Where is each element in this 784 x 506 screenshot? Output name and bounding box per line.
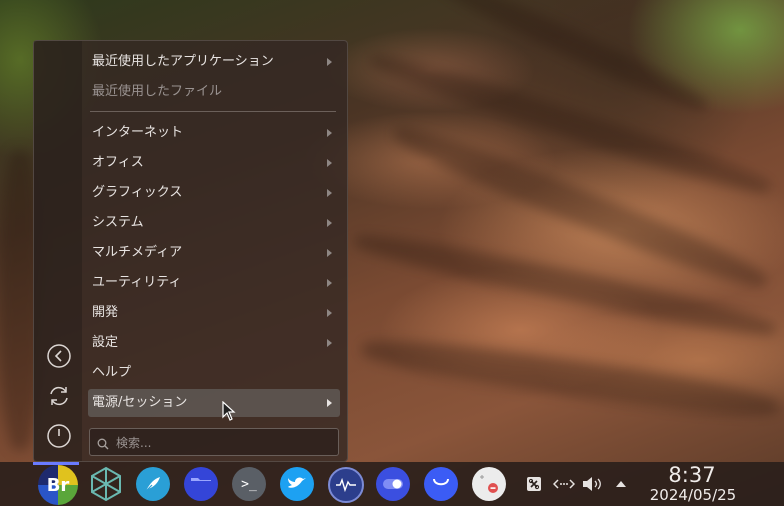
search-field[interactable] bbox=[89, 428, 339, 457]
menu-item-label: グラフィックス bbox=[92, 185, 183, 200]
menu-item-label: ユーティリティ bbox=[92, 275, 182, 290]
menu-item-development[interactable]: 開発 bbox=[88, 299, 340, 327]
menu-item-label: オフィス bbox=[92, 155, 144, 170]
menu-item-multimedia[interactable]: マルチメディア bbox=[88, 239, 340, 267]
app-text: >_ bbox=[241, 476, 257, 492]
menu-item-office[interactable]: オフィス bbox=[88, 149, 340, 177]
menu-item-label: ヘルプ bbox=[92, 365, 132, 380]
clock-date[interactable]: 2024/05/25 bbox=[638, 486, 748, 504]
system-monitor-app-icon[interactable] bbox=[328, 467, 364, 503]
refresh-icon[interactable] bbox=[47, 384, 71, 408]
network-icon[interactable] bbox=[553, 475, 575, 493]
menu-item-settings[interactable]: 設定 bbox=[88, 329, 340, 357]
submenu-arrow-icon bbox=[327, 309, 332, 317]
menu-separator bbox=[90, 111, 336, 112]
submenu-arrow-icon bbox=[327, 129, 332, 137]
search-icon bbox=[97, 435, 109, 454]
clock-time[interactable]: 8:37 bbox=[642, 463, 742, 487]
store-app-icon[interactable] bbox=[424, 467, 458, 501]
menu-item-label: 最近使用したファイル bbox=[92, 84, 223, 99]
search-input[interactable] bbox=[114, 429, 333, 457]
menu-item-internet[interactable]: インターネット bbox=[88, 119, 340, 147]
menu-item-label: 電源/セッション bbox=[92, 395, 188, 410]
submenu-arrow-icon bbox=[327, 159, 332, 167]
bridge-app-icon[interactable]: Br bbox=[38, 465, 78, 505]
menu-item-utilities[interactable]: ユーティリティ bbox=[88, 269, 340, 297]
submenu-arrow-icon bbox=[327, 279, 332, 287]
volume-icon[interactable] bbox=[582, 475, 604, 493]
submenu-arrow-icon bbox=[327, 339, 332, 347]
clipboard-icon[interactable] bbox=[524, 475, 544, 493]
menu-item-label: マルチメディア bbox=[92, 245, 183, 260]
mouse-pointer-icon bbox=[222, 400, 236, 425]
menu-item-label: 開発 bbox=[92, 305, 119, 320]
power-icon[interactable] bbox=[47, 424, 71, 448]
app-text: Br bbox=[46, 474, 70, 496]
menu-item-label: インターネット bbox=[92, 125, 184, 140]
menu-item-help[interactable]: ヘルプ bbox=[88, 359, 340, 387]
submenu-arrow-icon bbox=[327, 189, 332, 197]
application-menu: 最近使用したアプリケーション 最近使用したファイル インターネット オフィス グ… bbox=[33, 40, 348, 462]
terminal-app-icon[interactable]: >_ bbox=[232, 467, 266, 501]
submenu-arrow-icon bbox=[327, 399, 332, 407]
bird-app-icon[interactable] bbox=[280, 467, 314, 501]
menu-item-label: 設定 bbox=[92, 335, 119, 350]
feather-app-icon[interactable] bbox=[136, 467, 170, 501]
menu-item-recent-apps[interactable]: 最近使用したアプリケーション bbox=[88, 48, 340, 76]
menu-item-graphics[interactable]: グラフィックス bbox=[88, 179, 340, 207]
back-icon[interactable] bbox=[47, 344, 71, 368]
tray-expand-icon[interactable] bbox=[611, 475, 631, 493]
menu-item-label: システム bbox=[92, 215, 144, 230]
menu-side-strip bbox=[34, 41, 82, 461]
taskbar: Br >_ 8:37 2024/05/25 bbox=[0, 462, 784, 506]
menu-item-recent-files: 最近使用したファイル bbox=[88, 78, 340, 106]
toggle-app-icon[interactable] bbox=[376, 467, 410, 501]
screenshot-app-icon[interactable] bbox=[472, 467, 506, 501]
menu-item-system[interactable]: システム bbox=[88, 209, 340, 237]
submenu-arrow-icon bbox=[327, 58, 332, 66]
submenu-arrow-icon bbox=[327, 219, 332, 227]
menu-item-label: 最近使用したアプリケーション bbox=[92, 54, 274, 69]
menu-item-power-session[interactable]: 電源/セッション bbox=[88, 389, 340, 417]
file-manager-app-icon[interactable] bbox=[184, 467, 218, 501]
network-graph-app-icon[interactable] bbox=[86, 464, 126, 504]
submenu-arrow-icon bbox=[327, 249, 332, 257]
